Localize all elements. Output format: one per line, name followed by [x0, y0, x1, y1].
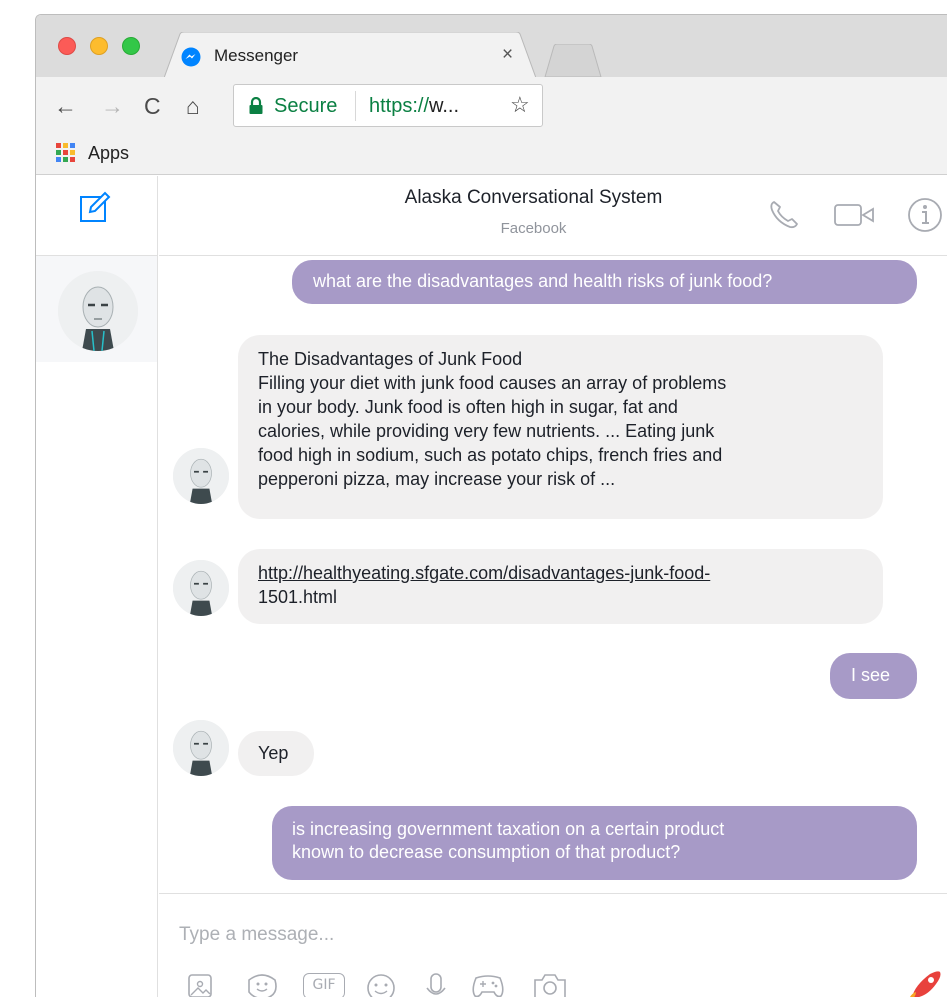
tab-messenger[interactable]: Messenger × [164, 32, 536, 78]
message-line: in your body. Junk food is often high in… [258, 397, 678, 417]
url-text: https://w... [369, 95, 459, 118]
close-window-button[interactable] [58, 37, 76, 55]
message-outgoing: what are the disadvantages and health ri… [292, 260, 917, 304]
minimize-window-button[interactable] [90, 37, 108, 55]
url-scheme: https:// [369, 95, 430, 117]
robot-avatar-icon [173, 448, 229, 504]
conversation-avatar[interactable] [58, 271, 138, 351]
reload-icon[interactable]: C [144, 92, 161, 120]
message-outgoing: I see [830, 653, 917, 699]
game-controller-icon[interactable] [470, 972, 506, 997]
message-line: pepperoni pizza, may increase your risk … [258, 469, 616, 489]
emoji-icon[interactable] [365, 972, 397, 997]
image-icon[interactable] [186, 972, 214, 997]
sticker-icon[interactable] [245, 972, 279, 997]
message-incoming-link: http://healthyeating.sfgate.com/disadvan… [238, 549, 883, 624]
message-line: known to decrease consumption of that pr… [292, 842, 681, 862]
back-icon[interactable]: ← [54, 92, 77, 120]
home-icon[interactable]: ⌂ [186, 92, 200, 120]
url-host: w... [429, 95, 460, 117]
messenger-app: Alaska Conversational System Facebook wh… [36, 176, 947, 997]
lock-icon [249, 97, 263, 114]
message-input[interactable]: Type a message... [179, 924, 334, 946]
robot-avatar-icon [173, 720, 229, 776]
link-line-2: 1501.html [258, 587, 338, 607]
message-line: Filling your diet with junk food causes … [258, 373, 727, 393]
message-line: The Disadvantages of Junk Food [258, 349, 523, 369]
robot-avatar-icon [173, 560, 229, 616]
info-icon[interactable] [906, 196, 946, 236]
bot-avatar [173, 720, 229, 776]
gif-icon[interactable]: GIF [303, 973, 345, 997]
message-line: is increasing government taxation on a c… [292, 819, 725, 839]
browser-window: Messenger × ← → C ⌂ Secure https://w... … [35, 14, 947, 997]
message-line: calories, while providing very few nutri… [258, 421, 715, 441]
tab-title: Messenger [214, 46, 299, 65]
bookmark-star-icon[interactable]: ☆ [510, 92, 530, 118]
message-incoming-article: The Disadvantages of Junk Food Filling y… [238, 335, 883, 519]
browser-toolbar: ← → C ⌂ Secure https://w... ☆ [36, 77, 947, 137]
message-link[interactable]: http://healthyeating.sfgate.com/disadvan… [258, 563, 710, 583]
bookmarks-bar: Apps [36, 137, 947, 175]
conversation-list [36, 176, 158, 997]
bot-avatar [173, 560, 229, 616]
secure-label: Secure [274, 95, 338, 117]
apps-bookmark[interactable]: Apps [88, 143, 129, 164]
omnibox-divider [355, 91, 356, 121]
message-composer: Type a message... GIF [159, 893, 947, 997]
forward-icon[interactable]: → [101, 92, 124, 120]
new-tab-button[interactable] [544, 44, 602, 78]
maximize-window-button[interactable] [122, 37, 140, 55]
link-line-1: http://healthyeating.sfgate.com/disadvan… [258, 563, 711, 583]
address-bar[interactable]: Secure https://w... ☆ [233, 84, 543, 127]
message-outgoing-question: is increasing government taxation on a c… [272, 806, 917, 880]
tab-strip: Messenger × [36, 15, 947, 78]
camera-icon[interactable] [531, 972, 569, 997]
video-call-icon[interactable] [833, 196, 879, 232]
bot-avatar [173, 448, 229, 504]
robot-avatar-icon [58, 271, 138, 351]
conversation-header: Alaska Conversational System Facebook [159, 176, 947, 256]
microphone-icon[interactable] [425, 972, 447, 997]
rocket-icon[interactable] [904, 968, 944, 997]
messenger-favicon-icon [181, 47, 201, 67]
apps-grid-icon[interactable] [56, 143, 76, 163]
compose-icon[interactable] [79, 190, 113, 224]
phone-icon[interactable] [766, 196, 802, 232]
tab-close-icon[interactable]: × [502, 44, 513, 66]
message-line: food high in sodium, such as potato chip… [258, 445, 723, 465]
message-thread: what are the disadvantages and health ri… [159, 257, 947, 893]
message-incoming: Yep [238, 731, 314, 776]
